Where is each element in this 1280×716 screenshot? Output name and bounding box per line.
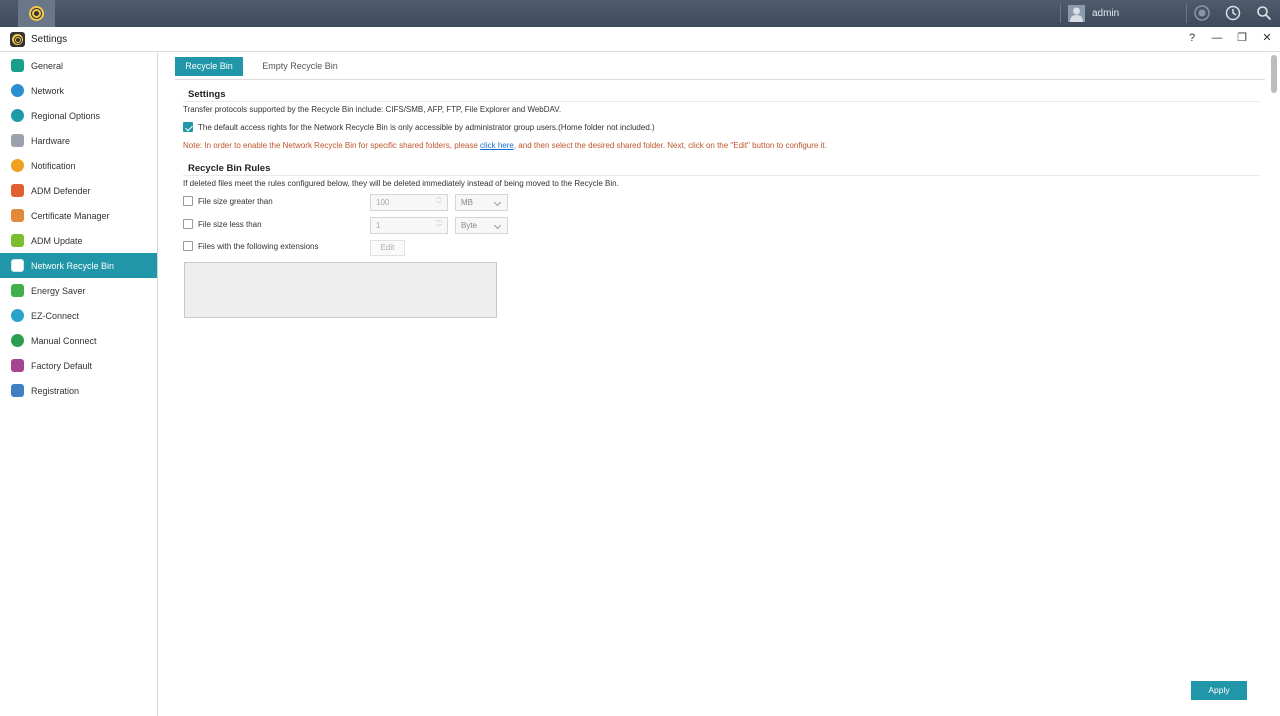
settings-sidebar: General Network Regional Options Hardwar… (0, 53, 158, 716)
sidebar-item-label: General (31, 60, 64, 71)
protocols-text: Transfer protocols supported by the Recy… (183, 105, 562, 114)
update-arrow-icon (11, 234, 24, 247)
certificate-icon (11, 209, 24, 222)
sidebar-item-certificate-manager[interactable]: Certificate Manager (0, 203, 157, 228)
note-prefix: Note: In order to enable the Network Rec… (183, 141, 481, 150)
window-title: Settings (31, 34, 68, 45)
note-suffix: , and then select the desired shared fol… (513, 141, 827, 150)
region-icon (11, 109, 24, 122)
sidebar-item-factory-default[interactable]: Factory Default (0, 353, 157, 378)
sidebar-item-label: Certificate Manager (31, 210, 110, 221)
tab-empty-recycle-bin[interactable]: Empty Recycle Bin (257, 57, 343, 76)
size-greater-unit-select[interactable]: MB (455, 194, 508, 211)
restore-button[interactable]: ❐ (1235, 31, 1249, 45)
sidebar-item-adm-update[interactable]: ADM Update (0, 228, 157, 253)
sidebar-item-label: EZ-Connect (31, 310, 80, 321)
notification-icon (11, 159, 24, 172)
sidebar-item-network[interactable]: Network (0, 78, 157, 103)
sidebar-item-manual-connect[interactable]: Manual Connect (0, 328, 157, 353)
size-less-unit: Byte (461, 221, 478, 230)
recycle-bin-icon (11, 259, 24, 272)
sidebar-item-adm-defender[interactable]: ADM Defender (0, 178, 157, 203)
taskbar-divider (1186, 4, 1187, 23)
user-name[interactable]: admin (1092, 8, 1119, 19)
sidebar-item-label: Notification (31, 160, 76, 171)
settings-section-title: Settings (188, 89, 226, 100)
sidebar-item-label: Regional Options (31, 110, 101, 121)
main-panel: Recycle Bin Empty Recycle Bin Settings T… (159, 53, 1269, 716)
help-button[interactable]: ? (1185, 31, 1199, 45)
size-greater-label: File size greater than (198, 197, 273, 206)
access-rights-checkbox[interactable] (183, 122, 193, 132)
size-less-checkbox[interactable] (183, 219, 193, 229)
extensions-list-box[interactable] (184, 262, 497, 318)
hardware-icon (11, 134, 24, 147)
rules-description: If deleted files meet the rules configur… (183, 179, 619, 188)
sidebar-item-registration[interactable]: Registration (0, 378, 157, 403)
sidebar-item-regional-options[interactable]: Regional Options (0, 103, 157, 128)
sidebar-item-label: Energy Saver (31, 285, 86, 296)
main-scrollbar[interactable] (1269, 53, 1280, 716)
size-greater-checkbox[interactable] (183, 196, 193, 206)
sidebar-item-label: ADM Update (31, 235, 83, 246)
sidebar-item-energy-saver[interactable]: Energy Saver (0, 278, 157, 303)
size-less-label: File size less than (198, 220, 262, 229)
sidebar-item-label: Manual Connect (31, 335, 97, 346)
dashboard-clock-icon[interactable] (1225, 5, 1241, 21)
edit-extensions-button[interactable]: Edit (370, 240, 405, 256)
sidebar-item-network-recycle-bin[interactable]: Network Recycle Bin (0, 253, 157, 278)
window-titlebar: Settings ? — ❐ ✕ (0, 27, 1280, 52)
sidebar-item-hardware[interactable]: Hardware (0, 128, 157, 153)
chevron-down-icon (493, 221, 502, 230)
taskbar: admin (0, 0, 1280, 27)
settings-gear-icon (29, 6, 44, 21)
firewall-icon (11, 184, 24, 197)
notification-bell-icon[interactable] (1194, 5, 1210, 21)
access-rights-label: The default access rights for the Networ… (198, 123, 655, 132)
globe-icon (11, 84, 24, 97)
extensions-label: Files with the following extensions (198, 242, 319, 251)
sidebar-item-notification[interactable]: Notification (0, 153, 157, 178)
click-here-link[interactable]: click here (480, 141, 514, 150)
apply-button[interactable]: Apply (1191, 681, 1247, 700)
sidebar-item-label: Hardware (31, 135, 71, 146)
tab-recycle-bin[interactable]: Recycle Bin (175, 57, 243, 76)
section-divider (183, 175, 1259, 176)
sidebar-item-general[interactable]: General (0, 53, 157, 78)
general-icon (11, 59, 24, 72)
tab-divider (175, 79, 1265, 80)
search-icon[interactable] (1256, 5, 1272, 21)
close-button[interactable]: ✕ (1260, 31, 1274, 45)
scrollbar-thumb[interactable] (1271, 55, 1277, 93)
chevron-down-icon (493, 198, 502, 207)
size-less-stepper[interactable]: 1 ︿ ﹀ (370, 217, 448, 234)
settings-app-icon (10, 32, 25, 47)
undo-icon (11, 359, 24, 372)
recycle-bin-note: Note: In order to enable the Network Rec… (183, 141, 827, 150)
section-divider (183, 101, 1259, 102)
energy-icon (11, 284, 24, 297)
sidebar-item-ez-connect[interactable]: EZ-Connect (0, 303, 157, 328)
registration-icon (11, 384, 24, 397)
sidebar-item-label: Network (31, 85, 65, 96)
sidebar-item-label: ADM Defender (31, 185, 91, 196)
stepper-arrows-icon[interactable]: ︿ ﹀ (435, 218, 443, 233)
size-less-value: 1 (376, 221, 381, 230)
extensions-checkbox[interactable] (183, 241, 193, 251)
user-avatar-icon[interactable] (1068, 5, 1085, 22)
size-greater-stepper[interactable]: 100 ︿ ﹀ (370, 194, 448, 211)
size-greater-unit: MB (461, 198, 473, 207)
sidebar-item-label: Network Recycle Bin (31, 260, 115, 271)
minimize-button[interactable]: — (1210, 31, 1224, 45)
stepper-arrows-icon[interactable]: ︿ ﹀ (435, 195, 443, 210)
settings-app-tile[interactable] (18, 0, 55, 27)
manual-connect-icon (11, 334, 24, 347)
sidebar-item-label: Registration (31, 385, 80, 396)
taskbar-divider (1060, 4, 1061, 23)
rules-section-title: Recycle Bin Rules (188, 163, 271, 174)
sidebar-item-label: Factory Default (31, 360, 93, 371)
size-less-unit-select[interactable]: Byte (455, 217, 508, 234)
cloud-icon (11, 309, 24, 322)
size-greater-value: 100 (376, 198, 390, 207)
